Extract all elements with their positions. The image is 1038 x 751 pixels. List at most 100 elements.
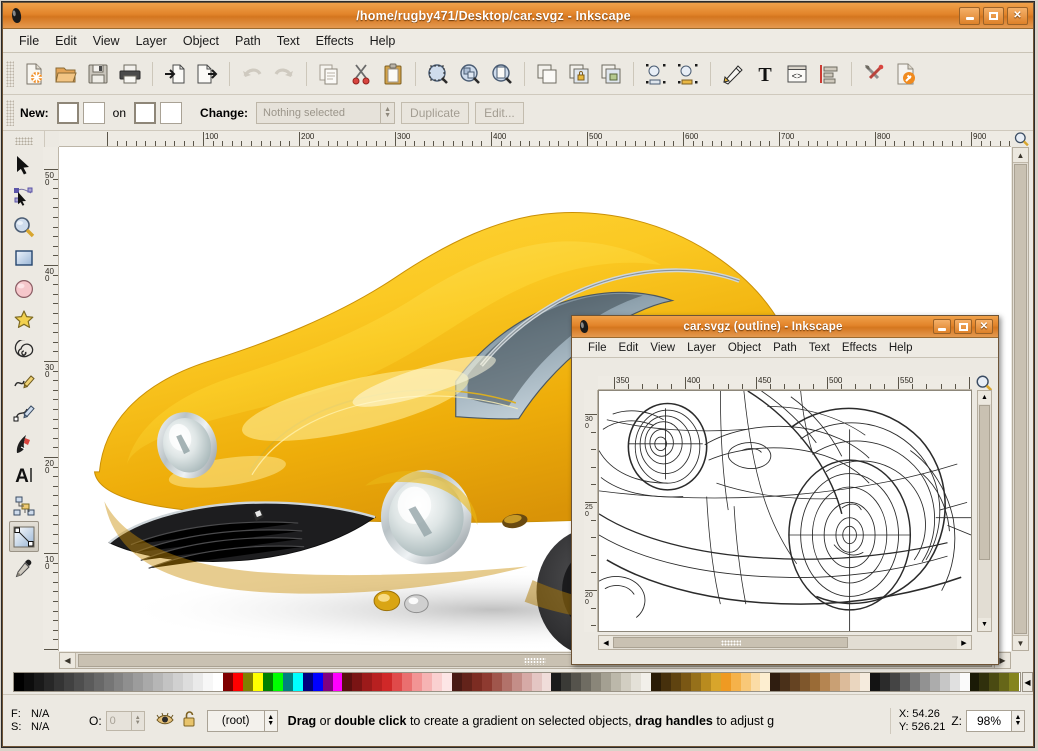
palette-swatch[interactable]	[780, 673, 790, 691]
child-menu-effects[interactable]: Effects	[836, 341, 883, 355]
child-scroll-up-arrow[interactable]: ▲	[978, 391, 991, 404]
child-scroll-right-arrow[interactable]: ▶	[957, 636, 971, 649]
palette-swatch[interactable]	[333, 673, 343, 691]
palette-swatch[interactable]	[362, 673, 372, 691]
palette-swatch[interactable]	[462, 673, 472, 691]
palette-swatch[interactable]	[760, 673, 770, 691]
palette-swatch[interactable]	[133, 673, 143, 691]
palette-swatch[interactable]	[502, 673, 512, 691]
node-tool[interactable]	[9, 180, 39, 211]
unlocked-icon[interactable]	[181, 710, 197, 731]
child-vertical-scrollbar[interactable]: ▲ ▼	[977, 390, 992, 632]
palette-swatch[interactable]	[402, 673, 412, 691]
palette-swatch[interactable]	[432, 673, 442, 691]
palette-swatch[interactable]	[731, 673, 741, 691]
palette-swatch[interactable]	[910, 673, 920, 691]
radial-gradient-button[interactable]	[83, 102, 105, 124]
color-palette[interactable]	[13, 672, 1021, 692]
text-tool[interactable]: A	[9, 459, 39, 490]
palette-swatch[interactable]	[452, 673, 462, 691]
child-menu-text[interactable]: Text	[803, 341, 836, 355]
palette-swatch[interactable]	[989, 673, 999, 691]
palette-swatch[interactable]	[193, 673, 203, 691]
redo-icon[interactable]	[269, 59, 299, 89]
child-vertical-ruler[interactable]: 300250200	[584, 390, 598, 632]
child-menu-edit[interactable]: Edit	[613, 341, 645, 355]
menu-object[interactable]: Object	[175, 32, 227, 50]
palette-swatch[interactable]	[1009, 673, 1019, 691]
import-icon[interactable]	[160, 59, 190, 89]
new-document-icon[interactable]	[19, 59, 49, 89]
palette-swatch[interactable]	[74, 673, 84, 691]
palette-swatch[interactable]	[313, 673, 323, 691]
palette-swatch[interactable]	[840, 673, 850, 691]
fill-stroke-icon[interactable]	[673, 59, 703, 89]
palette-swatch[interactable]	[880, 673, 890, 691]
palette-swatch[interactable]	[273, 673, 283, 691]
child-menu-path[interactable]: Path	[767, 341, 803, 355]
child-minimize-button[interactable]	[933, 319, 951, 334]
minimize-button[interactable]	[959, 7, 980, 25]
palette-swatch[interactable]	[372, 673, 382, 691]
paste-icon[interactable]	[378, 59, 408, 89]
palette-swatch[interactable]	[243, 673, 253, 691]
menu-layer[interactable]: Layer	[128, 32, 175, 50]
palette-swatch[interactable]	[651, 673, 661, 691]
layer-selector[interactable]: (root) ▲▼	[207, 710, 278, 732]
menu-file[interactable]: File	[11, 32, 47, 50]
palette-swatch[interactable]	[870, 673, 880, 691]
vertical-ruler[interactable]: 5004003002001000	[43, 147, 59, 651]
palette-swatch[interactable]	[183, 673, 193, 691]
selector-tool[interactable]	[9, 149, 39, 180]
group-object-icon[interactable]	[596, 59, 626, 89]
object-properties-icon[interactable]	[641, 59, 671, 89]
palette-swatch[interactable]	[960, 673, 970, 691]
cut-icon[interactable]	[346, 59, 376, 89]
dropper-tool[interactable]	[9, 552, 39, 583]
child-canvas[interactable]	[598, 390, 972, 632]
child-horizontal-scroll-thumb[interactable]	[613, 637, 848, 648]
palette-swatch[interactable]	[830, 673, 840, 691]
ruler-magnifier-icon[interactable]	[1013, 131, 1031, 148]
palette-swatch[interactable]	[940, 673, 950, 691]
menu-path[interactable]: Path	[227, 32, 269, 50]
canvas-vertical-scrollbar[interactable]: ▲ ▼	[1012, 147, 1029, 651]
palette-swatch[interactable]	[24, 673, 34, 691]
eye-icon[interactable]	[155, 711, 175, 730]
align-distribute-icon[interactable]	[814, 59, 844, 89]
palette-swatch[interactable]	[631, 673, 641, 691]
palette-swatch[interactable]	[253, 673, 263, 691]
palette-swatch[interactable]	[173, 673, 183, 691]
palette-swatch[interactable]	[571, 673, 581, 691]
palette-swatch[interactable]	[482, 673, 492, 691]
menu-effects[interactable]: Effects	[308, 32, 362, 50]
child-menu-object[interactable]: Object	[722, 341, 767, 355]
palette-swatch[interactable]	[84, 673, 94, 691]
palette-swatch[interactable]	[203, 673, 213, 691]
scroll-down-arrow[interactable]: ▼	[1013, 635, 1028, 650]
scroll-up-arrow[interactable]: ▲	[1013, 148, 1028, 163]
rectangle-tool[interactable]	[9, 242, 39, 273]
palette-swatch[interactable]	[810, 673, 820, 691]
palette-swatch[interactable]	[751, 673, 761, 691]
palette-swatch[interactable]	[900, 673, 910, 691]
palette-swatch[interactable]	[233, 673, 243, 691]
gradient-on-fill-button[interactable]	[134, 102, 156, 124]
child-menu-file[interactable]: File	[582, 341, 613, 355]
palette-swatch[interactable]	[213, 673, 223, 691]
xml-editor-icon[interactable]: <>	[782, 59, 812, 89]
lock-object-icon[interactable]	[564, 59, 594, 89]
palette-swatch[interactable]	[342, 673, 352, 691]
palette-swatch[interactable]	[352, 673, 362, 691]
palette-swatch[interactable]	[820, 673, 830, 691]
maximize-button[interactable]	[983, 7, 1004, 25]
optbar-grip[interactable]	[6, 100, 14, 126]
fill-stroke-indicator[interactable]: F: N/A S: N/A	[11, 708, 83, 734]
palette-swatch[interactable]	[472, 673, 482, 691]
palette-swatch[interactable]	[223, 673, 233, 691]
child-maximize-button[interactable]	[954, 319, 972, 334]
palette-swatch[interactable]	[323, 673, 333, 691]
zoom-selection-icon[interactable]	[423, 59, 453, 89]
palette-swatch[interactable]	[979, 673, 989, 691]
connector-tool[interactable]	[9, 490, 39, 521]
